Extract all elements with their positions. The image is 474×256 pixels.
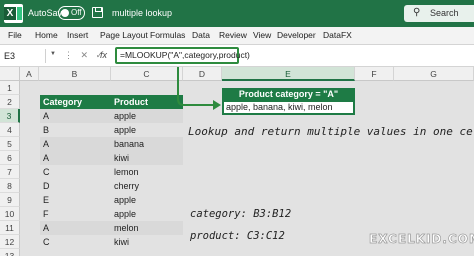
description-text: Lookup and return multiple values in one… [188, 125, 474, 138]
watermark-logo: EXCELKID.COM [369, 232, 474, 247]
result-cell-e3[interactable]: apple, banana, kiwi, melon [222, 100, 355, 115]
category-range-note: category: B3:B12 [190, 208, 292, 220]
product-range-note: product: C3:C12 [190, 230, 285, 242]
result-header[interactable]: Product category = "A" [222, 88, 355, 100]
